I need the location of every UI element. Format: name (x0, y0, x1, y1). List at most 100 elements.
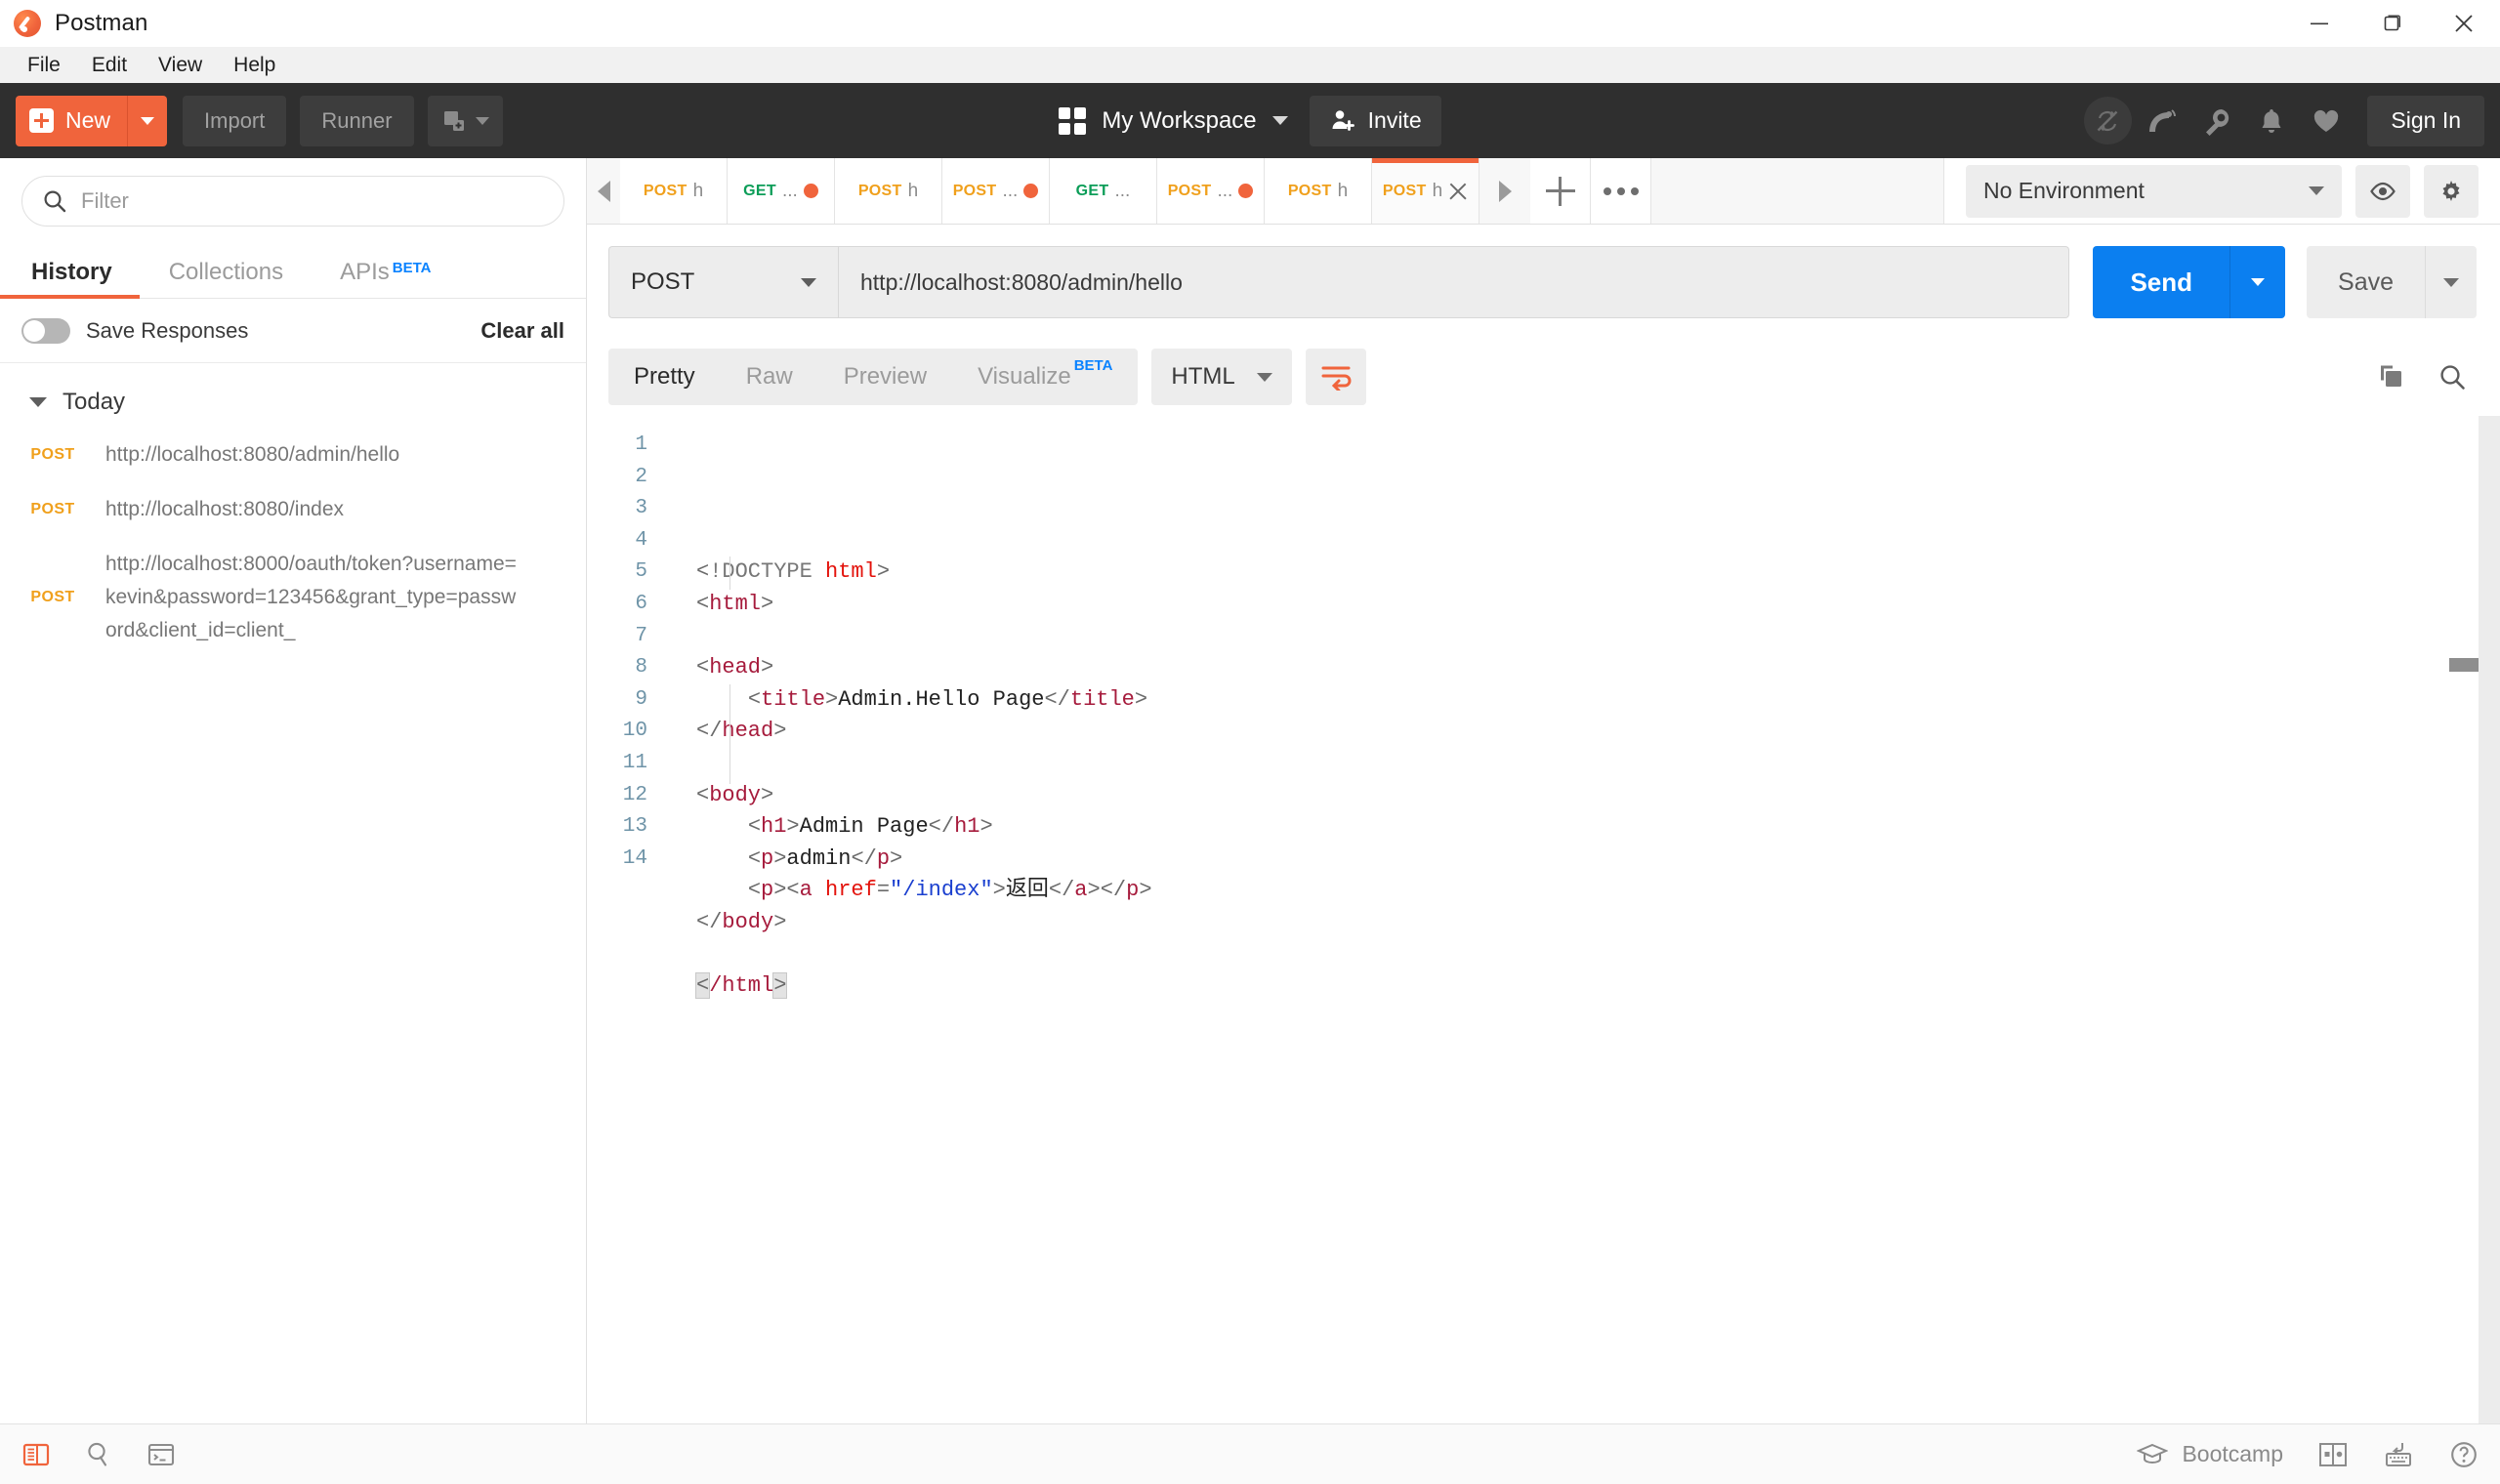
help-button[interactable] (2449, 1440, 2479, 1469)
url-input[interactable]: http://localhost:8080/admin/hello (838, 246, 2069, 318)
tab-visualize[interactable]: Visualize BETA (952, 349, 1138, 405)
tab-name: h (908, 181, 919, 202)
search-input[interactable]: Filter (21, 176, 564, 227)
history-method: POST (0, 589, 105, 606)
workspace-switcher[interactable]: My Workspace (1059, 107, 1287, 135)
code-token: h1 (761, 814, 786, 839)
request-tab[interactable]: POST ... (942, 158, 1050, 224)
maximize-icon[interactable] (2355, 0, 2428, 47)
search-response-button[interactable] (2438, 362, 2467, 392)
save-button-dropdown[interactable] (2426, 246, 2477, 318)
history-url: http://localhost:8000/oauth/token?userna… (105, 548, 525, 647)
two-pane-layout-button[interactable] (2318, 1442, 2348, 1467)
menu-view[interactable]: View (143, 47, 218, 83)
method-select[interactable]: POST (608, 246, 838, 318)
tab-name: ... (1217, 181, 1232, 202)
tab-options-button[interactable] (1591, 158, 1651, 224)
list-item[interactable]: POST http://localhost:8080/admin/hello (0, 428, 586, 482)
code-token: >< (773, 878, 799, 902)
code-token: "/index" (890, 878, 993, 902)
copy-response-button[interactable] (2377, 362, 2406, 392)
request-tab[interactable]: POST h (1265, 158, 1372, 224)
code-token: < (748, 878, 761, 902)
sidebar-tab-apis[interactable]: APIs BETA (340, 259, 431, 298)
response-body[interactable]: 1 2 3 4 5 6 7 8 9 10 11 12 13 14 (587, 416, 2500, 1423)
close-tab-icon[interactable] (1448, 182, 1468, 201)
ellipsis-icon (1604, 187, 1639, 195)
history-group-today[interactable]: Today (0, 377, 586, 428)
import-button[interactable]: Import (183, 96, 286, 146)
environment-select[interactable]: No Environment (1966, 165, 2342, 218)
tabstrip-scroll-left[interactable] (587, 158, 620, 224)
response-format-select[interactable]: HTML (1151, 349, 1291, 405)
tabstrip-scroll-right[interactable] (1479, 158, 1530, 224)
list-item[interactable]: POST http://localhost:8000/oauth/token?u… (0, 537, 586, 658)
save-responses-toggle[interactable] (21, 318, 70, 344)
menu-help[interactable]: Help (218, 47, 291, 83)
keyboard-shortcuts-button[interactable] (2383, 1441, 2414, 1468)
tab-raw[interactable]: Raw (721, 349, 818, 405)
signin-button[interactable]: Sign In (2367, 96, 2484, 146)
new-tab-button[interactable] (1530, 158, 1591, 224)
environment-quick-look-button[interactable] (2355, 165, 2410, 218)
new-button-dropdown[interactable] (128, 96, 167, 146)
sidebar-toggle-button[interactable] (21, 1440, 51, 1469)
request-tab[interactable]: POST h (835, 158, 942, 224)
code-token: html (709, 592, 761, 616)
history-method: POST (0, 501, 105, 518)
filter-container: Filter (0, 158, 586, 240)
sidebar-tab-collections[interactable]: Collections (169, 259, 283, 298)
save-button[interactable]: Save (2307, 246, 2477, 318)
favorites-button[interactable] (2299, 94, 2354, 148)
invite-button[interactable]: Invite (1310, 96, 1441, 146)
history-url: http://localhost:8080/admin/hello (105, 438, 399, 472)
code-token: > (773, 973, 786, 998)
history-list[interactable]: Today POST http://localhost:8080/admin/h… (0, 363, 586, 1423)
sidebar-tab-history[interactable]: History (31, 259, 112, 298)
settings-wrench-button[interactable] (2189, 94, 2244, 148)
code-token: p (761, 878, 773, 902)
close-icon[interactable] (2428, 0, 2500, 47)
new-button-main[interactable]: New (16, 96, 128, 146)
request-tab[interactable]: GET ... (1050, 158, 1157, 224)
new-button[interactable]: New (16, 96, 167, 146)
code-token: </ (1044, 687, 1069, 712)
code-token: </ (851, 846, 876, 871)
save-button-main[interactable]: Save (2307, 246, 2426, 318)
send-button-main[interactable]: Send (2093, 246, 2230, 318)
send-button-dropdown[interactable] (2230, 246, 2285, 318)
request-tab[interactable]: POST ... (1157, 158, 1265, 224)
request-tab-active[interactable]: POST h (1372, 158, 1479, 224)
request-tab[interactable]: POST h (620, 158, 728, 224)
line-number: 3 (587, 493, 647, 525)
new-window-button[interactable] (428, 96, 503, 146)
footer-left-actions (21, 1440, 176, 1469)
tab-pretty[interactable]: Pretty (608, 349, 721, 405)
minimize-icon[interactable] (2283, 0, 2355, 47)
sync-status-button[interactable] (2080, 94, 2135, 148)
console-button[interactable] (146, 1440, 176, 1469)
person-add-icon (1329, 107, 1356, 135)
request-tab[interactable]: GET ... (728, 158, 835, 224)
send-button[interactable]: Send (2093, 246, 2285, 318)
code-token: > (773, 719, 786, 743)
eye-icon (2368, 177, 2397, 206)
menu-edit[interactable]: Edit (76, 47, 143, 83)
menu-file[interactable]: File (12, 47, 76, 83)
satellite-button[interactable] (2135, 94, 2189, 148)
list-item[interactable]: POST http://localhost:8080/index (0, 482, 586, 537)
wrap-lines-button[interactable] (1306, 349, 1366, 405)
find-button[interactable] (84, 1440, 113, 1469)
horizontal-scroll-thumb[interactable] (2449, 658, 2479, 672)
notifications-button[interactable] (2244, 94, 2299, 148)
environment-settings-button[interactable] (2424, 165, 2479, 218)
tab-preview[interactable]: Preview (818, 349, 952, 405)
code-token: = (877, 878, 890, 902)
code-content[interactable]: <!DOCTYPE html><html><head> <title>Admin… (665, 416, 2500, 1423)
clear-all-button[interactable]: Clear all (480, 318, 564, 344)
bootcamp-button[interactable]: Bootcamp (2137, 1441, 2283, 1467)
tab-method: POST (1383, 183, 1427, 200)
response-scrollbar-track[interactable] (2479, 416, 2500, 1423)
runner-button[interactable]: Runner (300, 96, 413, 146)
unsaved-dot-icon (1238, 184, 1253, 198)
